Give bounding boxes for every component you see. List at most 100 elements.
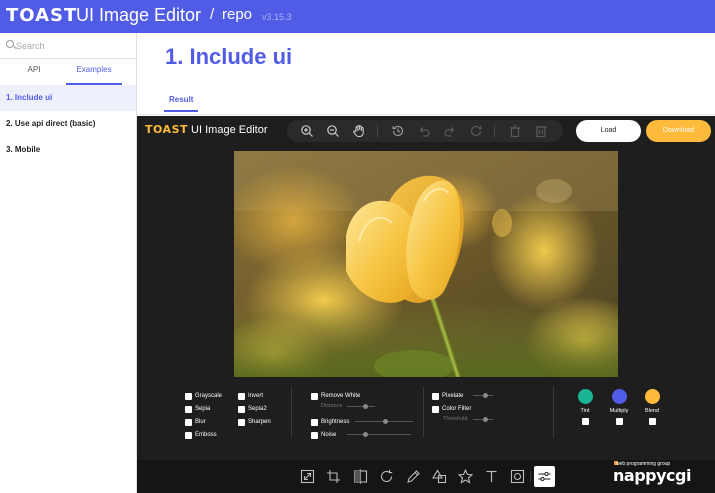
brightness-slider[interactable]	[355, 419, 413, 424]
blend-label: Blend	[644, 408, 660, 414]
sharpen-checkbox[interactable]: Sharpen	[238, 418, 271, 427]
delete-all-icon[interactable]	[534, 124, 548, 138]
distance-slider[interactable]	[347, 404, 375, 409]
sidebar-tabs: API Examples	[0, 60, 136, 85]
flip-icon[interactable]	[353, 469, 368, 484]
multiply-checkbox[interactable]	[616, 418, 623, 425]
tint-checkbox[interactable]	[582, 418, 589, 425]
filter-panel: Grayscale Sepia Blur Emboss Invert Sepia…	[137, 378, 715, 460]
remove-white-label: Remove White	[321, 393, 361, 399]
search-icon	[6, 40, 14, 48]
blend-color-swatch[interactable]	[645, 389, 660, 404]
slider-handle[interactable]	[483, 393, 488, 398]
grayscale-label: Grayscale	[195, 393, 223, 399]
slider-handle[interactable]	[383, 419, 388, 424]
slider-handle[interactable]	[363, 404, 368, 409]
grayscale-checkbox[interactable]: Grayscale	[185, 392, 222, 401]
zoom-in-icon[interactable]	[300, 124, 314, 138]
sidebar-item-use-api-direct[interactable]: 2. Use api direct (basic)	[0, 111, 136, 137]
tab-api[interactable]: API	[0, 60, 68, 85]
icon-tool-icon[interactable]	[457, 468, 474, 484]
sidebar-item-include-ui[interactable]: 1. Include ui	[0, 85, 136, 111]
watermark-logo: nappycgi	[613, 466, 691, 485]
noise-label: Noise	[321, 432, 337, 438]
crop-icon[interactable]	[326, 469, 341, 484]
delete-icon[interactable]	[508, 124, 522, 138]
mask-icon[interactable]	[510, 469, 525, 484]
reset-icon[interactable]	[469, 124, 483, 138]
search-box	[0, 33, 136, 59]
tulip-image	[234, 151, 618, 377]
sepia-label: Sepia	[195, 406, 211, 412]
redo-icon[interactable]	[443, 124, 457, 138]
pixelate-checkbox[interactable]: Pixelate	[432, 392, 463, 401]
editor-logo: TOAST UI Image Editor	[145, 123, 267, 136]
toolbar-divider	[377, 125, 378, 137]
emboss-label: Emboss	[195, 432, 217, 438]
version-label: v3.15.3	[262, 12, 292, 22]
sepia2-checkbox[interactable]: Sepia2	[238, 405, 267, 414]
editor-logo-mark: TOAST	[145, 123, 188, 136]
filter-divider	[291, 386, 292, 438]
color-filter-checkbox[interactable]: Color Filter	[432, 405, 471, 414]
blur-label: Blur	[195, 419, 206, 425]
search-input[interactable]	[16, 38, 131, 54]
draw-icon[interactable]	[406, 469, 421, 484]
filter-divider	[423, 386, 424, 438]
slider-handle[interactable]	[483, 417, 488, 422]
shape-icon[interactable]	[432, 469, 447, 484]
sepia-checkbox[interactable]: Sepia	[185, 405, 210, 414]
undo-icon[interactable]	[417, 124, 431, 138]
sharpen-label: Sharpen	[248, 419, 271, 425]
blend-checkbox[interactable]	[649, 418, 656, 425]
image-editor: TOAST UI Image Editor Load Download Gray…	[137, 116, 715, 493]
editor-top-toolbar	[287, 120, 563, 142]
pixelate-slider[interactable]	[473, 393, 493, 398]
invert-checkbox[interactable]: Invert	[238, 392, 263, 401]
zoom-out-icon[interactable]	[326, 124, 340, 138]
brand-separator: /	[210, 6, 215, 23]
page-title: 1. Include ui	[165, 44, 293, 69]
remove-white-checkbox[interactable]: Remove White	[311, 392, 360, 401]
history-icon[interactable]	[391, 124, 405, 138]
image-canvas[interactable]	[234, 151, 618, 377]
repo-link[interactable]: repo	[222, 6, 252, 23]
load-button[interactable]: Load	[576, 120, 641, 142]
pixelate-label: Pixelate	[442, 393, 464, 399]
rotate-icon[interactable]	[379, 469, 394, 484]
brightness-checkbox[interactable]: Brightness	[311, 418, 349, 427]
sidebar: API Examples 1. Include ui 2. Use api di…	[0, 33, 137, 493]
distance-label: Distance	[321, 403, 343, 409]
multiply-color-swatch[interactable]	[612, 389, 627, 404]
brightness-label: Brightness	[321, 419, 350, 425]
filter-icon[interactable]	[534, 466, 555, 487]
noise-slider[interactable]	[347, 432, 411, 437]
toolbar-divider	[494, 125, 495, 137]
invert-label: Invert	[248, 393, 264, 399]
tab-examples[interactable]: Examples	[66, 60, 122, 85]
text-icon[interactable]	[484, 469, 499, 484]
threshold-label: Threshold	[443, 416, 468, 422]
threshold-slider[interactable]	[473, 417, 493, 422]
color-filter-label: Color Filter	[442, 406, 472, 412]
emboss-checkbox[interactable]: Emboss	[185, 431, 217, 440]
tint-color-swatch[interactable]	[578, 389, 593, 404]
divider	[137, 114, 715, 115]
brand-logo[interactable]: TOAST	[6, 5, 77, 26]
hand-icon[interactable]	[352, 124, 366, 138]
blur-checkbox[interactable]: Blur	[185, 418, 206, 427]
top-header: TOAST UI Image Editor / repo v3.15.3	[0, 0, 715, 33]
download-button[interactable]: Download	[646, 120, 711, 142]
slider-handle[interactable]	[363, 432, 368, 437]
tint-label: Tint	[580, 408, 590, 414]
multiply-label: Multiply	[609, 408, 629, 414]
toolbar-divider	[530, 471, 531, 482]
resize-icon[interactable]	[300, 469, 315, 484]
tab-result[interactable]: Result	[164, 95, 199, 112]
filter-divider	[553, 386, 554, 438]
brand-title[interactable]: UI Image Editor	[76, 5, 201, 26]
editor-logo-text: UI Image Editor	[188, 124, 268, 136]
noise-checkbox[interactable]: Noise	[311, 431, 336, 440]
sepia2-label: Sepia2	[248, 406, 267, 412]
sidebar-item-mobile[interactable]: 3. Mobile	[0, 137, 136, 163]
